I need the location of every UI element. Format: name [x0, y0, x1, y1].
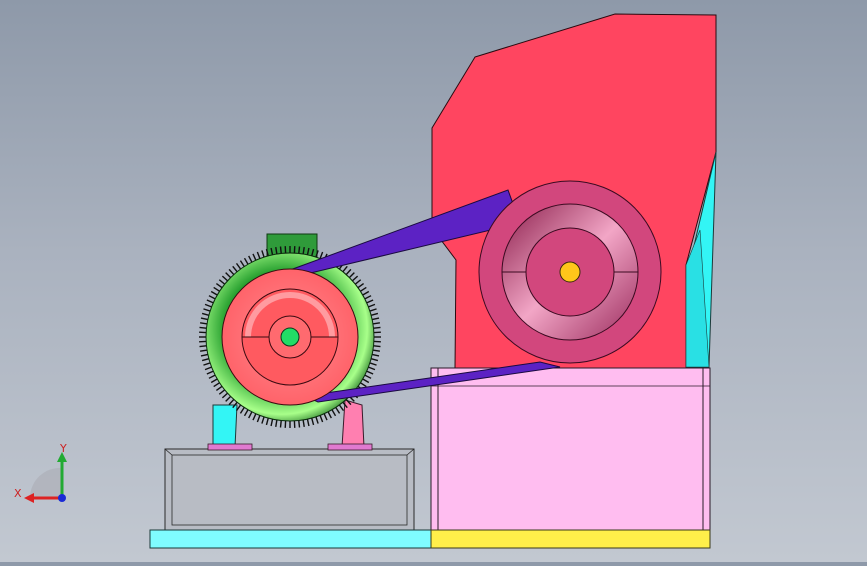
cad-viewport[interactable]: Y X: [0, 0, 867, 562]
base-plate-left[interactable]: [150, 530, 431, 548]
motor-mount-frame[interactable]: [165, 449, 414, 531]
x-axis-arrow-icon: [24, 493, 34, 503]
crusher-lower-housing[interactable]: [431, 368, 710, 530]
base-plate-right[interactable]: [431, 530, 710, 548]
motor-foot-pad-left: [208, 444, 252, 450]
z-axis-icon: [58, 494, 66, 502]
crusher-shaft[interactable]: [560, 262, 580, 282]
motor-foot-right[interactable]: [342, 400, 364, 447]
motor-shaft[interactable]: [281, 328, 299, 346]
motor-foot-left[interactable]: [213, 405, 237, 447]
coordinate-triad: Y X: [10, 440, 80, 510]
x-axis-label: X: [14, 487, 22, 500]
y-axis-label: Y: [59, 442, 67, 455]
triad-plane-icon: [30, 468, 62, 498]
motor-foot-pad-right: [328, 444, 372, 450]
model-view[interactable]: [0, 0, 867, 562]
